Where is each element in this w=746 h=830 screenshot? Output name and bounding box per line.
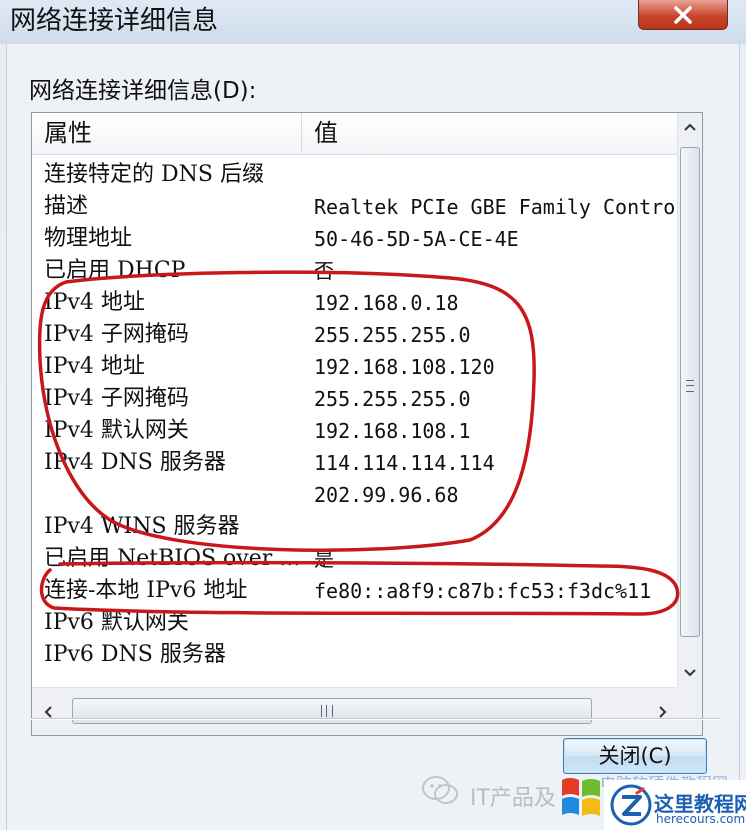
- dialog-client-area: 网络连接详细信息(D): 属性 值 连接特定的 DNS 后缀 描述 Realtek …: [6, 44, 740, 830]
- value-cell: 否: [314, 259, 334, 283]
- property-cell: IPv4 DNS 服务器: [44, 450, 226, 475]
- table-row[interactable]: 描述 Realtek PCIe GBE Family Controller: [32, 191, 679, 223]
- value-cell: fe80::a8f9:c87b:fc53:f3dc%11: [314, 579, 652, 603]
- table-row[interactable]: IPv6 DNS 服务器: [32, 639, 679, 671]
- table-row[interactable]: 202.99.96.68: [32, 479, 679, 511]
- site-logo-icon: [610, 784, 652, 826]
- property-cell: IPv6 DNS 服务器: [44, 642, 226, 667]
- table-row[interactable]: 已启用 NetBIOS over ... 是: [32, 543, 679, 575]
- scroll-up-arrow[interactable]: [678, 115, 702, 139]
- value-cell: 255.255.255.0: [314, 387, 471, 411]
- value-cell: 是: [314, 547, 334, 571]
- table-row[interactable]: 连接特定的 DNS 后缀: [32, 159, 679, 191]
- horizontal-scrollbar[interactable]: [32, 687, 679, 735]
- divider: [31, 718, 721, 720]
- vertical-scroll-thumb[interactable]: [680, 147, 700, 637]
- close-button[interactable]: 关闭(C): [563, 738, 707, 774]
- close-icon: [674, 5, 692, 24]
- scroll-down-arrow-icon: [684, 669, 696, 677]
- window-title: 网络连接详细信息: [10, 6, 219, 36]
- table-row[interactable]: 物理地址 50-46-5D-5A-CE-4E: [32, 223, 679, 255]
- table-row[interactable]: IPv4 子网掩码 255.255.255.0: [32, 383, 679, 415]
- value-cell: 192.168.0.18: [314, 291, 459, 315]
- site-watermark: 这里教程网 herecours.com: [604, 780, 746, 830]
- property-cell: 物理地址: [44, 226, 133, 251]
- window-close-button[interactable]: [638, 0, 728, 30]
- property-cell: IPv4 子网掩码: [44, 386, 189, 411]
- scroll-left-arrow[interactable]: [36, 700, 60, 724]
- details-group-label: 网络连接详细信息(D):: [29, 78, 257, 104]
- vertical-scrollbar[interactable]: [677, 113, 702, 687]
- network-details-window: 网络连接详细信息 网络连接详细信息(D): 属性 值 连接特定的 DNS 后缀描…: [0, 0, 746, 830]
- table-row[interactable]: 已启用 DHCP 否: [32, 255, 679, 287]
- property-cell: 已启用 NetBIOS over ...: [44, 546, 301, 571]
- scroll-down-arrow[interactable]: [678, 661, 702, 685]
- horizontal-grip: [321, 705, 333, 717]
- property-cell: IPv4 地址: [44, 290, 145, 315]
- windows-logo-icon: [562, 778, 600, 816]
- property-cell: IPv6 默认网关: [44, 610, 189, 635]
- scroll-up-arrow-icon: [684, 123, 696, 131]
- value-cell: 255.255.255.0: [314, 323, 471, 347]
- value-cell: 114.114.114.114: [314, 451, 495, 475]
- value-cell: 50-46-5D-5A-CE-4E: [314, 227, 519, 251]
- value-cell: Realtek PCIe GBE Family Controller: [314, 195, 674, 219]
- table-row[interactable]: IPv4 默认网关 192.168.108.1: [32, 415, 679, 447]
- property-cell: 连接-本地 IPv6 地址: [44, 578, 248, 603]
- wechat-watermark-icon: [422, 776, 458, 804]
- table-row[interactable]: IPv4 WINS 服务器: [32, 511, 679, 543]
- scroll-right-arrow[interactable]: [651, 700, 675, 724]
- property-cell: IPv4 子网掩码: [44, 322, 189, 347]
- scrollbar-corner: [677, 687, 702, 735]
- property-cell: IPv4 WINS 服务器: [44, 514, 240, 539]
- scroll-right-arrow-icon: [659, 706, 667, 718]
- list-header: 属性 值: [32, 113, 679, 155]
- wechat-watermark-text: IT产品及: [470, 786, 556, 811]
- property-cell: IPv4 默认网关: [44, 418, 189, 443]
- details-rows: 连接特定的 DNS 后缀 描述 Realtek PCIe GBE Family Co…: [32, 159, 679, 687]
- vertical-grip: [686, 380, 694, 392]
- title-bar[interactable]: 网络连接详细信息: [0, 0, 746, 44]
- value-cell: 202.99.96.68: [314, 483, 459, 507]
- table-row[interactable]: IPv4 地址 192.168.108.120: [32, 351, 679, 383]
- details-list-view[interactable]: 属性 值 连接特定的 DNS 后缀 描述 Realtek PCIe GBE Fami…: [31, 112, 703, 736]
- property-cell: 已启用 DHCP: [44, 258, 186, 283]
- table-row[interactable]: IPv6 默认网关: [32, 607, 679, 639]
- property-cell: 描述: [44, 194, 89, 219]
- property-cell: IPv4 地址: [44, 354, 145, 379]
- table-row[interactable]: IPv4 子网掩码 255.255.255.0: [32, 319, 679, 351]
- value-cell: 192.168.108.1: [314, 419, 471, 443]
- column-header-property[interactable]: 属性: [32, 113, 302, 154]
- horizontal-scroll-thumb[interactable]: [72, 698, 592, 724]
- table-row[interactable]: 连接-本地 IPv6 地址 fe80::a8f9:c87b:fc53:f3dc%1…: [32, 575, 679, 607]
- scroll-left-arrow-icon: [44, 706, 52, 718]
- column-header-value[interactable]: 值: [302, 113, 679, 154]
- table-row[interactable]: IPv4 地址 192.168.0.18: [32, 287, 679, 319]
- table-row[interactable]: IPv4 DNS 服务器 114.114.114.114: [32, 447, 679, 479]
- value-cell: 192.168.108.120: [314, 355, 495, 379]
- property-cell: 连接特定的 DNS 后缀: [44, 162, 264, 187]
- site-url: herecours.com: [656, 812, 746, 826]
